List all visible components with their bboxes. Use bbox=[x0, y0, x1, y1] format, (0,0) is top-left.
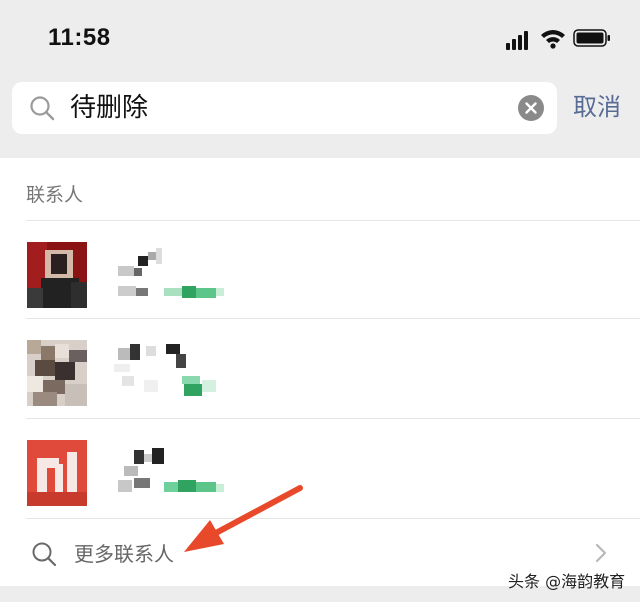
red-arrow-icon bbox=[184, 485, 303, 552]
search-input[interactable]: 待删除 bbox=[12, 82, 557, 134]
section-label: 联系人 bbox=[26, 184, 84, 206]
search-results: 联系人 更多联系人 bbox=[0, 158, 640, 586]
status-bar: 11:58 bbox=[0, 0, 640, 72]
contact-avatar bbox=[27, 242, 87, 308]
contact-avatar bbox=[27, 340, 87, 406]
watermark: 头条 @海韵教育 bbox=[508, 572, 626, 591]
wifi-icon bbox=[541, 30, 565, 49]
more-contacts-label: 更多联系人 bbox=[74, 542, 174, 566]
cellular-signal-icon bbox=[506, 30, 532, 50]
contact-avatar bbox=[27, 440, 87, 506]
clear-icon[interactable] bbox=[517, 94, 545, 122]
search-bar: 待删除 取消 bbox=[0, 72, 640, 144]
contact-row[interactable] bbox=[0, 418, 640, 516]
contact-row[interactable] bbox=[0, 318, 640, 416]
chevron-right-icon bbox=[595, 543, 607, 563]
battery-icon bbox=[573, 29, 610, 47]
search-icon bbox=[30, 96, 55, 121]
cancel-button[interactable]: 取消 bbox=[573, 91, 621, 123]
search-icon bbox=[32, 542, 57, 567]
status-time: 11:58 bbox=[48, 24, 111, 51]
contact-row[interactable] bbox=[0, 220, 640, 318]
search-query: 待删除 bbox=[70, 93, 149, 123]
pixelated-name bbox=[104, 336, 230, 406]
pixelated-name bbox=[104, 238, 230, 308]
